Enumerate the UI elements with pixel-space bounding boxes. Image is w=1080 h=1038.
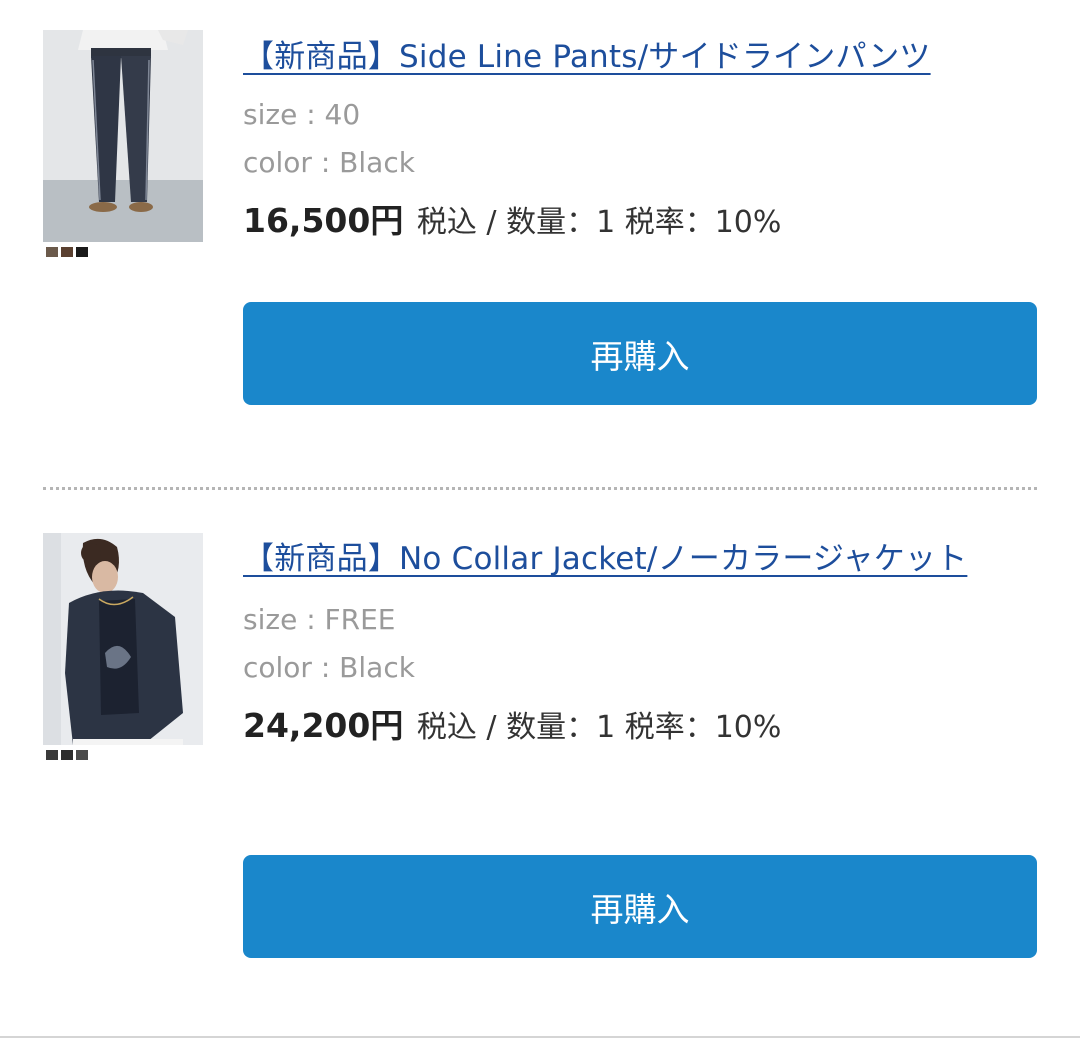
product-price: 16,500円 xyxy=(243,201,404,240)
rebuy-button[interactable]: 再購入 xyxy=(243,302,1037,405)
product-price: 24,200円 xyxy=(243,706,404,745)
product-title-link[interactable]: 【新商品】No Collar Jacket/ノーカラージャケット xyxy=(243,533,1038,585)
color-swatches xyxy=(46,750,88,760)
color-swatch xyxy=(61,750,73,760)
product-size: size : 40 xyxy=(243,98,361,131)
item-divider xyxy=(43,487,1037,490)
product-info: 【新商品】Side Line Pants/サイドラインパンツ size : 40… xyxy=(243,30,1038,247)
product-image-no-collar-jacket[interactable] xyxy=(43,533,203,745)
product-color: color : Black xyxy=(243,146,415,179)
color-swatches xyxy=(46,247,88,257)
product-title-link[interactable]: 【新商品】Side Line Pants/サイドラインパンツ xyxy=(243,31,1038,83)
price-line: 16,500円 税込 / 数量：1 税率：10% xyxy=(243,197,1038,247)
color-swatch xyxy=(46,750,58,760)
product-color: color : Black xyxy=(243,651,415,684)
product-size: size : FREE xyxy=(243,603,396,636)
order-history-page: 【新商品】Side Line Pants/サイドラインパンツ size : 40… xyxy=(0,0,1080,1038)
color-swatch xyxy=(76,247,88,257)
price-meta: 税込 / 数量：1 税率：10% xyxy=(416,205,782,240)
rebuy-button[interactable]: 再購入 xyxy=(243,855,1037,958)
product-image-side-line-pants[interactable] xyxy=(43,30,203,242)
price-meta: 税込 / 数量：1 税率：10% xyxy=(416,710,782,745)
color-swatch xyxy=(46,247,58,257)
price-line: 24,200円 税込 / 数量：1 税率：10% xyxy=(243,702,1038,752)
color-swatch xyxy=(61,247,73,257)
product-info: 【新商品】No Collar Jacket/ノーカラージャケット size : … xyxy=(243,533,1038,752)
color-swatch xyxy=(76,750,88,760)
